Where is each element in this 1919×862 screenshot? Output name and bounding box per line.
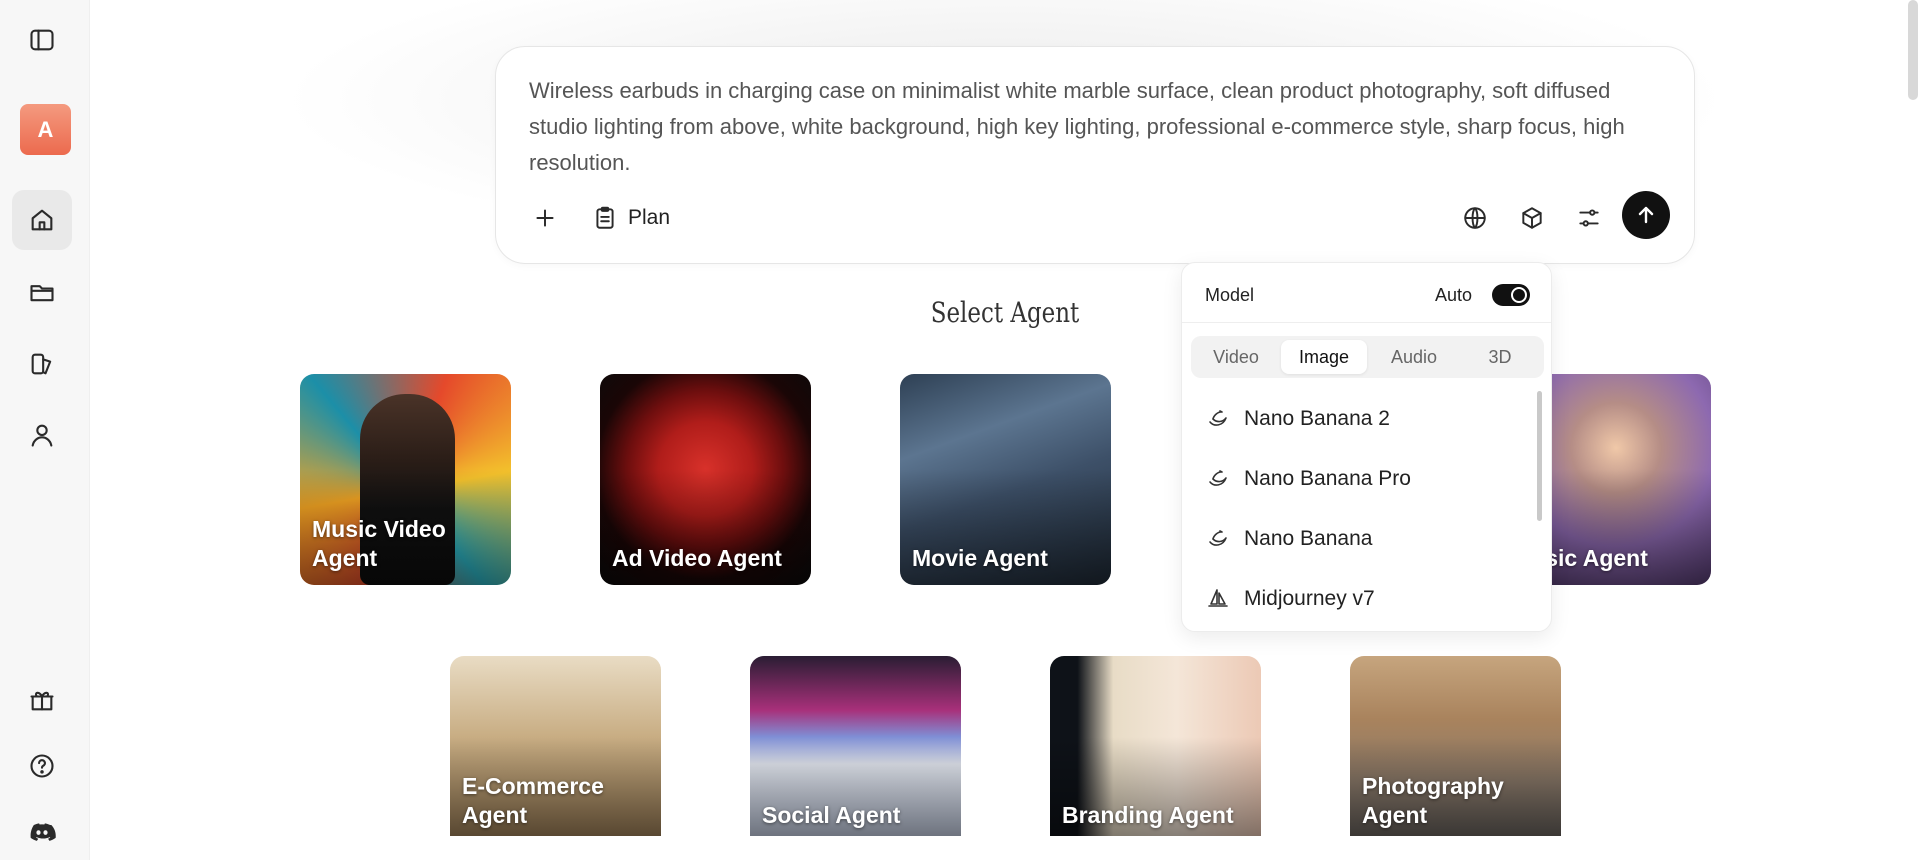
model-name: Midjourney v7 — [1244, 587, 1375, 610]
agent-label: Photography Agent — [1362, 773, 1504, 828]
tab-3d[interactable]: 3D — [1461, 340, 1539, 374]
send-button[interactable] — [1622, 191, 1670, 239]
help-button[interactable] — [12, 736, 72, 796]
banana-icon — [1209, 470, 1227, 486]
agent-card-social[interactable]: Social Agent — [750, 656, 961, 836]
plan-button[interactable]: Plan — [592, 201, 670, 235]
clipboard-icon — [596, 206, 614, 229]
model-option[interactable]: Midjourney v7 — [1206, 579, 1375, 619]
home-icon — [31, 209, 53, 231]
arrow-up-icon — [1638, 206, 1654, 224]
avatar-letter: A — [37, 116, 54, 142]
tab-video[interactable]: Video — [1197, 340, 1275, 374]
agent-label: Ad Video Agent — [612, 545, 782, 571]
model-option[interactable]: Nano Banana 2 — [1206, 399, 1390, 439]
plan-label: Plan — [628, 206, 671, 229]
folder-icon — [30, 285, 54, 302]
discord-icon — [30, 823, 56, 841]
model-name: Nano Banana Pro — [1244, 467, 1411, 490]
3d-mode-button[interactable] — [1515, 201, 1549, 235]
agent-card-ecommerce[interactable]: E-Commerce Agent — [450, 656, 661, 836]
model-option[interactable]: Nano Banana — [1206, 519, 1372, 559]
agent-label: E-Commerce Agent — [462, 773, 604, 828]
library-icon — [31, 353, 52, 375]
agent-label: Movie Agent — [912, 545, 1048, 571]
discord-button[interactable] — [12, 802, 72, 862]
agent-card-ad-video[interactable]: Ad Video Agent — [600, 374, 811, 585]
agent-label: Branding Agent — [1062, 802, 1234, 828]
model-name: Nano Banana 2 — [1244, 407, 1390, 430]
model-option[interactable]: Nano Banana Pro — [1206, 459, 1411, 499]
agent-card-movie[interactable]: Movie Agent — [900, 374, 1111, 585]
banana-icon — [1209, 410, 1227, 426]
tab-image[interactable]: Image — [1281, 340, 1367, 374]
sliders-icon — [1579, 209, 1599, 227]
model-panel: Model Auto Video Image Audio 3D Nano Ban… — [1181, 262, 1552, 632]
agent-label: Music Video Agent — [312, 516, 446, 571]
gift-button[interactable] — [12, 670, 72, 730]
agent-label: Social Agent — [762, 802, 901, 828]
model-type-tabs: Video Image Audio 3D — [1191, 336, 1544, 378]
agent-card-music-video[interactable]: Music Video Agent — [300, 374, 511, 585]
sidebar-item-projects[interactable] — [12, 262, 72, 322]
model-panel-header: Model Auto — [1182, 263, 1551, 323]
user-icon — [31, 424, 53, 447]
avatar[interactable]: A — [20, 104, 71, 155]
plus-icon — [536, 209, 554, 227]
sidebar-item-profile[interactable] — [12, 405, 72, 465]
sidebar-item-library[interactable] — [12, 334, 72, 394]
sailboat-icon — [1208, 589, 1228, 607]
settings-button[interactable] — [1572, 201, 1606, 235]
section-title: Select Agent — [930, 296, 1080, 329]
globe-icon — [1464, 207, 1486, 229]
gift-icon — [30, 691, 54, 711]
web-search-button[interactable] — [1458, 201, 1492, 235]
sidebar-toggle-icon — [30, 29, 54, 51]
prompt-input[interactable]: Wireless earbuds in charging case on min… — [529, 73, 1669, 181]
banana-icon — [1209, 530, 1227, 546]
model-title: Model — [1205, 285, 1255, 305]
main-area: Wireless earbuds in charging case on min… — [90, 0, 1919, 860]
cube-icon — [1522, 207, 1542, 229]
agent-card-branding[interactable]: Branding Agent — [1050, 656, 1261, 836]
page-scrollbar[interactable] — [1908, 0, 1918, 100]
prompt-box: Wireless earbuds in charging case on min… — [495, 46, 1695, 264]
toggle-knob — [1511, 287, 1527, 303]
tab-audio[interactable]: Audio — [1373, 340, 1455, 374]
auto-toggle[interactable] — [1492, 284, 1530, 306]
auto-label: Auto — [1435, 285, 1473, 305]
help-icon — [30, 754, 54, 778]
sidebar-toggle-button[interactable] — [12, 10, 72, 70]
model-list-scrollbar[interactable] — [1537, 391, 1542, 521]
add-attachment-button[interactable] — [528, 201, 562, 235]
sidebar: A — [0, 0, 90, 860]
sidebar-item-home[interactable] — [12, 190, 72, 250]
model-name: Nano Banana — [1244, 527, 1373, 550]
agent-card-photography[interactable]: Photography Agent — [1350, 656, 1561, 836]
